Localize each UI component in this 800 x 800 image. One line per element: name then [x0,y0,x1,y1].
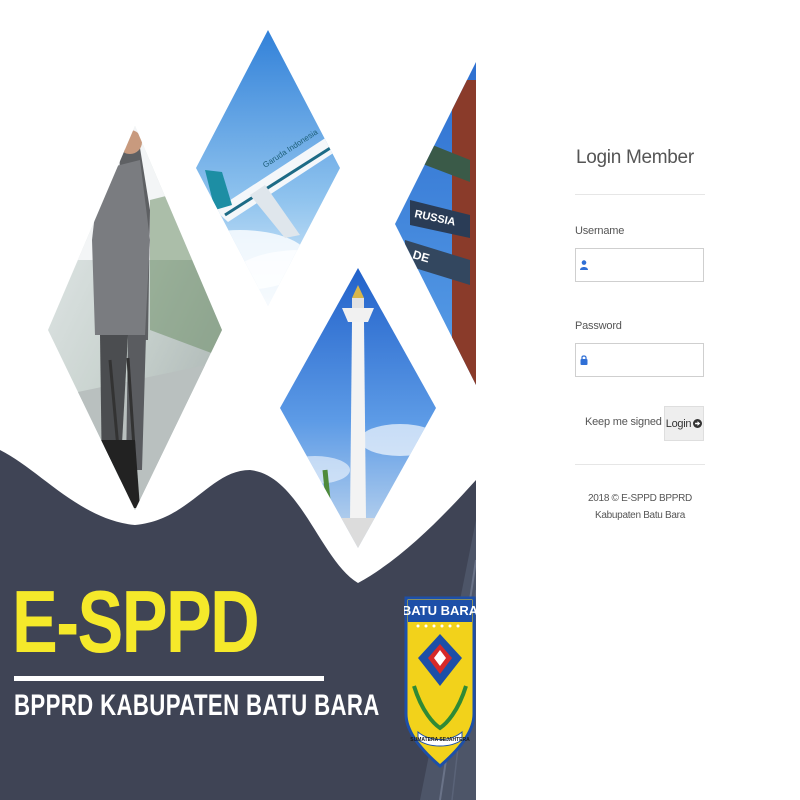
regency-crest-icon: BATU BARA SUMATERA SEJAHTERA [404,596,476,768]
crest-title: BATU BARA [404,603,476,618]
login-title: Login Member [576,147,694,168]
login-panel: Login Member Username Password Keep me s… [476,0,800,800]
lock-icon [580,355,588,365]
username-field[interactable] [575,248,704,282]
app-logo-text: E-SPPD [12,572,260,671]
footer-divider [575,464,705,465]
login-button[interactable]: Login [664,406,704,441]
login-button-label: Login [665,417,692,430]
logo-divider [14,676,324,681]
username-input[interactable] [592,249,700,281]
username-label: Username [575,225,625,237]
title-divider [575,194,705,195]
user-icon [580,260,588,270]
keep-signed-in-label[interactable]: Keep me signed in [585,416,673,428]
password-field[interactable] [575,343,704,377]
arrow-circle-right-icon [693,419,703,428]
crest-motto: SUMATERA SEJAHTERA [410,737,470,743]
password-label: Password [575,320,622,332]
app-subtitle: BPPRD KABUPATEN BATU BARA [14,689,380,722]
footer-copyright: 2018 © E-SPPD BPPRD Kabupaten Batu Bara [588,493,692,521]
password-input[interactable] [592,344,700,376]
promo-banner: Garuda Indonesia RUSSIA DE E-SPPD BPPRD … [0,0,476,800]
